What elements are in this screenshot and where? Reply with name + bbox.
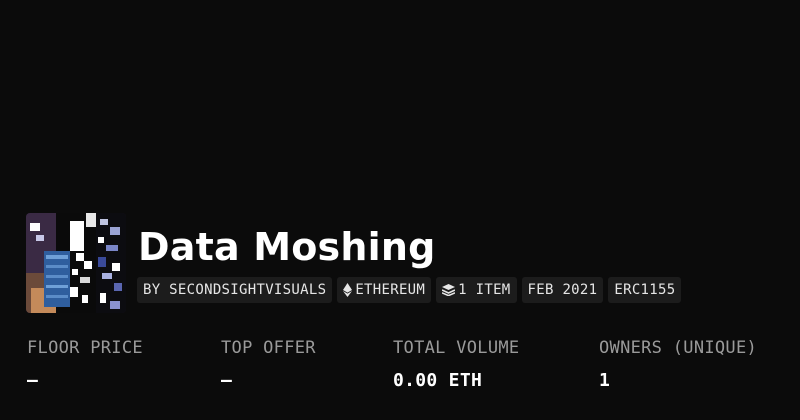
stat-value: — [221,370,233,391]
creator-pill[interactable]: BY SECONDSIGHTVISUALS [137,277,333,303]
collection-image[interactable] [26,213,126,313]
items-label: 1 ITEM [458,282,511,298]
chain-label: ETHEREUM [355,282,426,298]
stat-value: — [27,370,39,391]
stat-label: TOP OFFER [221,338,316,358]
stat-top-offer: TOP OFFER — [221,337,316,393]
stat-value: 0.00 ETH [393,370,483,391]
ethereum-icon [343,283,353,297]
collection-title: Data Moshing [138,225,436,269]
stat-label: FLOOR PRICE [27,338,143,358]
items-pill[interactable]: 1 ITEM [436,277,517,303]
stat-owners-unique: OWNERS (UNIQUE) 1 [599,337,757,393]
date-label: FEB 2021 [527,282,598,298]
creator-label: BY SECONDSIGHTVISUALS [143,282,327,298]
stat-floor-price: FLOOR PRICE — [27,337,143,393]
collection-header: Data Moshing BY SECONDSIGHTVISUALS ETHER… [0,0,800,420]
standard-pill: ERC1155 [608,277,682,303]
date-pill: FEB 2021 [521,277,604,303]
collection-meta-row: BY SECONDSIGHTVISUALS ETHEREUM 1 ITEM FE… [137,277,682,303]
stat-label: TOTAL VOLUME [393,338,520,358]
stat-value: 1 [599,370,611,391]
stat-label: OWNERS (UNIQUE) [599,338,758,358]
standard-label: ERC1155 [614,282,676,298]
collection-stats: FLOOR PRICE — TOP OFFER — TOTAL VOLUME 0… [27,337,787,397]
collection-thumbnail-icon [26,213,126,313]
layers-icon [442,284,456,296]
stat-total-volume: TOTAL VOLUME 0.00 ETH [393,337,519,393]
chain-pill[interactable]: ETHEREUM [337,277,432,303]
